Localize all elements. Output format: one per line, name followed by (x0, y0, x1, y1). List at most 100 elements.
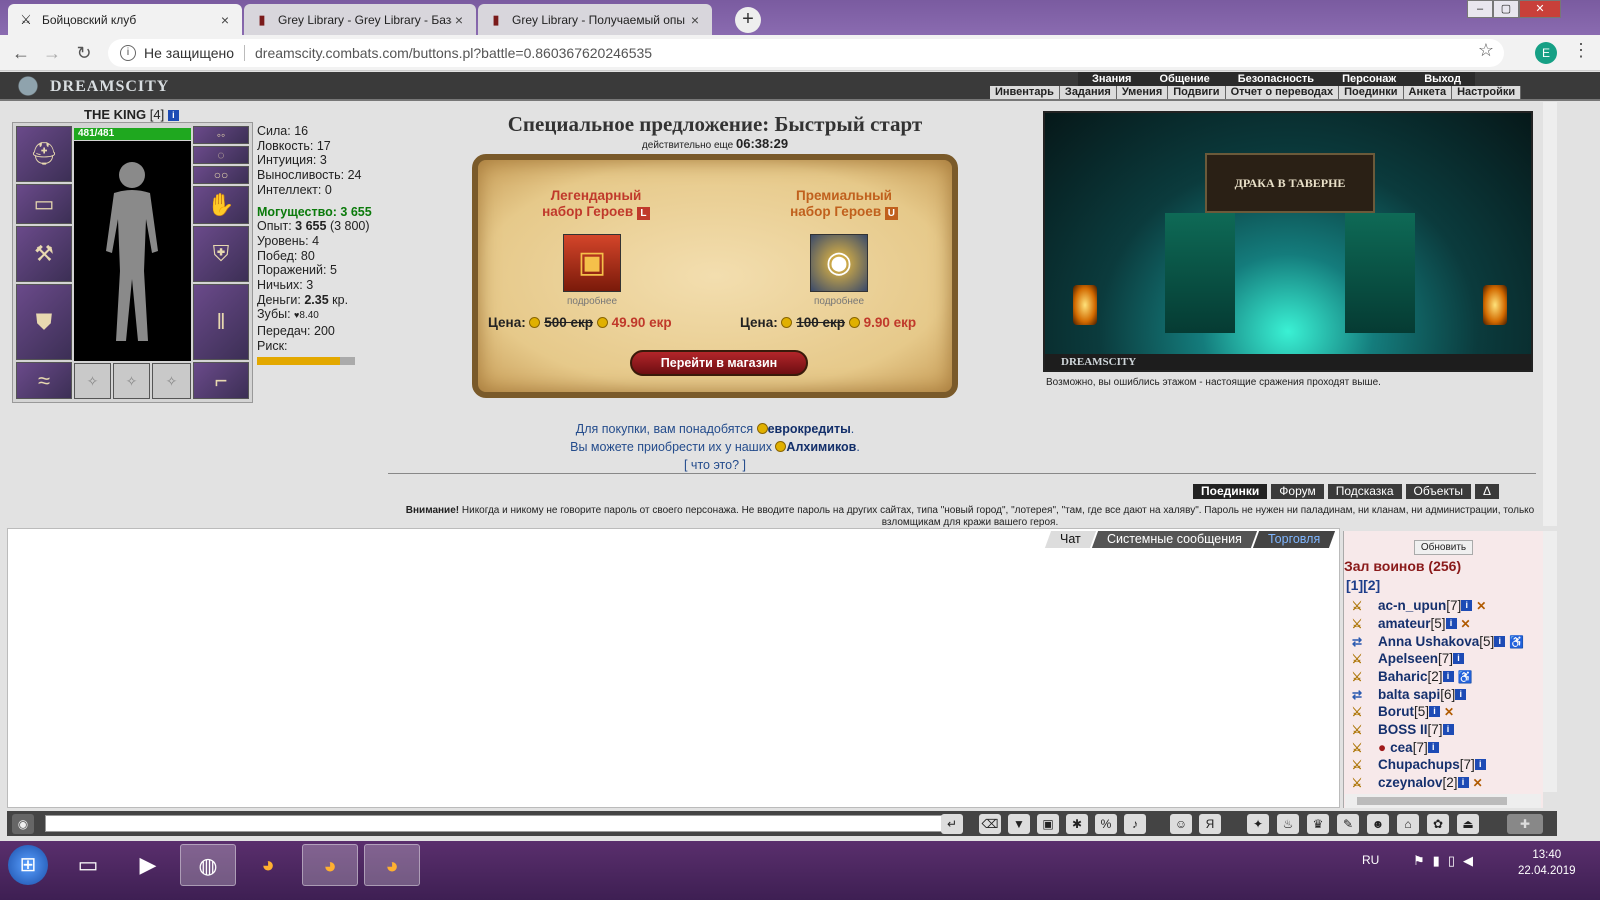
gloves-slot[interactable]: ✋ (193, 186, 249, 224)
menu-character[interactable]: Персонаж (1328, 72, 1411, 86)
submenu-quests[interactable]: Задания (1060, 86, 1117, 99)
info-icon[interactable]: i (120, 45, 136, 61)
weapon-slot[interactable]: ⚒ (16, 226, 72, 282)
refresh-button[interactable]: Обновить (1414, 540, 1473, 555)
go-to-shop-button[interactable]: Перейти в магазин (630, 350, 808, 376)
clock[interactable]: 13:40 22.04.2019 (1518, 847, 1576, 879)
percent-icon[interactable]: % (1095, 814, 1117, 834)
mask-icon[interactable]: ☻ (1367, 814, 1389, 834)
amulet-slot[interactable]: ◌ (193, 146, 249, 164)
bracers-slot[interactable]: ▭ (16, 184, 72, 224)
firefox-icon[interactable]: ◕ (302, 844, 358, 886)
battery-icon[interactable]: ▯ (1448, 853, 1463, 868)
fighter-icon[interactable]: ✱ (1066, 814, 1088, 834)
menu-security[interactable]: Безопасность (1223, 72, 1329, 86)
media-player-icon[interactable]: ▶ (120, 844, 176, 886)
menu-exit[interactable]: Выход (1410, 72, 1475, 86)
close-tab-icon[interactable]: × (218, 12, 232, 28)
forward-icon[interactable]: → (41, 42, 63, 64)
new-tab-button[interactable]: + (735, 7, 761, 33)
magic-icon[interactable]: ✦ (1247, 814, 1269, 834)
network-icon[interactable]: ▮ (1433, 853, 1448, 868)
premium-set-title[interactable]: Премиальный набор Героев U (744, 188, 944, 220)
potion-icon[interactable]: ♨ (1277, 814, 1299, 834)
empty-slot-2[interactable]: ✧ (113, 363, 150, 399)
menu-knowledge[interactable]: Знания (1078, 72, 1146, 86)
translit-icon[interactable]: Я (1199, 814, 1221, 834)
alchemists-link[interactable]: Алхимиков (786, 440, 856, 454)
user-row[interactable]: ⚔ czeynalov [2] i ✕ (1346, 775, 1483, 790)
system-tray[interactable]: ⚑▮▯◀ (1413, 853, 1481, 869)
info-icon[interactable]: i (1442, 724, 1454, 735)
forum-button[interactable]: Форум (1271, 484, 1324, 499)
info-icon[interactable]: i (1445, 618, 1457, 629)
hint-button[interactable]: Подсказка (1327, 484, 1402, 499)
cat-icon[interactable]: ✿ (1427, 814, 1449, 834)
user-list-scrollbar[interactable] (1543, 531, 1557, 792)
user-list-hscrollbar[interactable] (1345, 794, 1541, 808)
upper-scrollbar[interactable] (1543, 102, 1557, 526)
sound-icon[interactable]: ♪ (1124, 814, 1146, 834)
armor-slot[interactable]: ⛊ (16, 284, 72, 360)
submenu-feats[interactable]: Подвиги (1168, 86, 1226, 99)
info-icon[interactable]: i (1429, 706, 1441, 717)
user-row[interactable]: ⚔ Baharic [2] i ♿ (1346, 669, 1473, 684)
info-icon[interactable]: i (1453, 653, 1465, 664)
close-window-button[interactable]: ✕ (1519, 0, 1561, 18)
info-icon[interactable]: i (1474, 759, 1486, 770)
tab-grey-library-2[interactable]: ▮ Grey Library - Получаемый опы × (478, 4, 712, 35)
submenu-duels[interactable]: Поединки (1339, 86, 1404, 99)
save-icon[interactable]: ▣ (1037, 814, 1059, 834)
shield-slot[interactable]: ⛨ (193, 226, 249, 282)
info-icon[interactable]: i (167, 110, 179, 122)
url-field[interactable]: i Не защищено dreamscity.combats.com/but… (108, 39, 1504, 67)
boots-slot[interactable]: ⌐ (193, 362, 249, 399)
user-row[interactable]: ⚔ ● cea [7] i (1346, 740, 1443, 755)
browser-menu-icon[interactable]: ⋮ (1572, 40, 1590, 61)
filter-icon[interactable]: ▼ (1008, 814, 1030, 834)
delta-button[interactable]: Δ (1475, 484, 1500, 499)
submenu-inventory[interactable]: Инвентарь (990, 86, 1060, 99)
info-icon[interactable]: i (1457, 777, 1469, 788)
tab-system-messages[interactable]: Системные сообщения (1091, 531, 1257, 548)
submenu-profile[interactable]: Анкета (1404, 86, 1453, 99)
send-icon[interactable]: ↵ (941, 814, 963, 834)
reload-icon[interactable]: ↻ (73, 42, 95, 64)
close-tab-icon[interactable]: × (688, 12, 702, 28)
puzzle-icon[interactable]: ✚ (1507, 814, 1543, 834)
tab-grey-library-1[interactable]: ▮ Grey Library - Grey Library - База × (244, 4, 476, 35)
tab-trade[interactable]: Торговля (1252, 531, 1335, 548)
tab-fight-club[interactable]: ⚔ Бойцовский клуб × (8, 4, 242, 35)
minimize-button[interactable]: – (1467, 0, 1493, 18)
user-row[interactable]: ⚔ amateur [5] i ✕ (1346, 616, 1471, 631)
firefox-icon[interactable]: ◕ (364, 844, 420, 886)
belt-slot[interactable]: ≈ (16, 362, 72, 399)
file-explorer-icon[interactable]: ▭ (60, 844, 116, 886)
earrings-slot[interactable]: ◦◦ (193, 126, 249, 144)
firefox-icon[interactable]: ◕ (240, 844, 296, 886)
crown-icon[interactable]: ♛ (1307, 814, 1329, 834)
user-row[interactable]: ⚔ Borut [5] i ✕ (1346, 704, 1454, 719)
language-indicator[interactable]: RU (1362, 853, 1379, 867)
submenu-skills[interactable]: Умения (1117, 86, 1169, 99)
dreamscity-logo[interactable]: DREAMSCITY (10, 74, 168, 99)
smile-icon[interactable]: ☺ (1170, 814, 1192, 834)
chat-mode-icon[interactable]: ◉ (12, 814, 34, 834)
scroll-icon[interactable]: ✎ (1337, 814, 1359, 834)
premium-more-link[interactable]: подробнее (799, 296, 879, 307)
legs-slot[interactable]: ‖ (193, 284, 249, 360)
menu-communication[interactable]: Общение (1145, 72, 1224, 86)
profile-avatar[interactable]: E (1535, 42, 1557, 64)
info-icon[interactable]: i (1494, 636, 1506, 647)
helmet-slot[interactable]: ⛑ (16, 126, 72, 182)
user-row[interactable]: ⇄ Anna Ushakova [5] i ♿ (1346, 634, 1524, 649)
rings-slot[interactable]: ○○ (193, 166, 249, 184)
user-list-pages[interactable]: [1][2] (1346, 577, 1380, 593)
submenu-settings[interactable]: Настройки (1452, 86, 1522, 99)
scroll-thumb[interactable] (1357, 797, 1507, 805)
empty-slot-3[interactable]: ✧ (152, 363, 191, 399)
volume-icon[interactable]: ◀ (1463, 853, 1481, 868)
flag-icon[interactable]: ⚑ (1413, 853, 1433, 868)
what-is-this-link[interactable]: [ что это? ] (470, 456, 960, 474)
chrome-icon[interactable]: ◍ (180, 844, 236, 886)
